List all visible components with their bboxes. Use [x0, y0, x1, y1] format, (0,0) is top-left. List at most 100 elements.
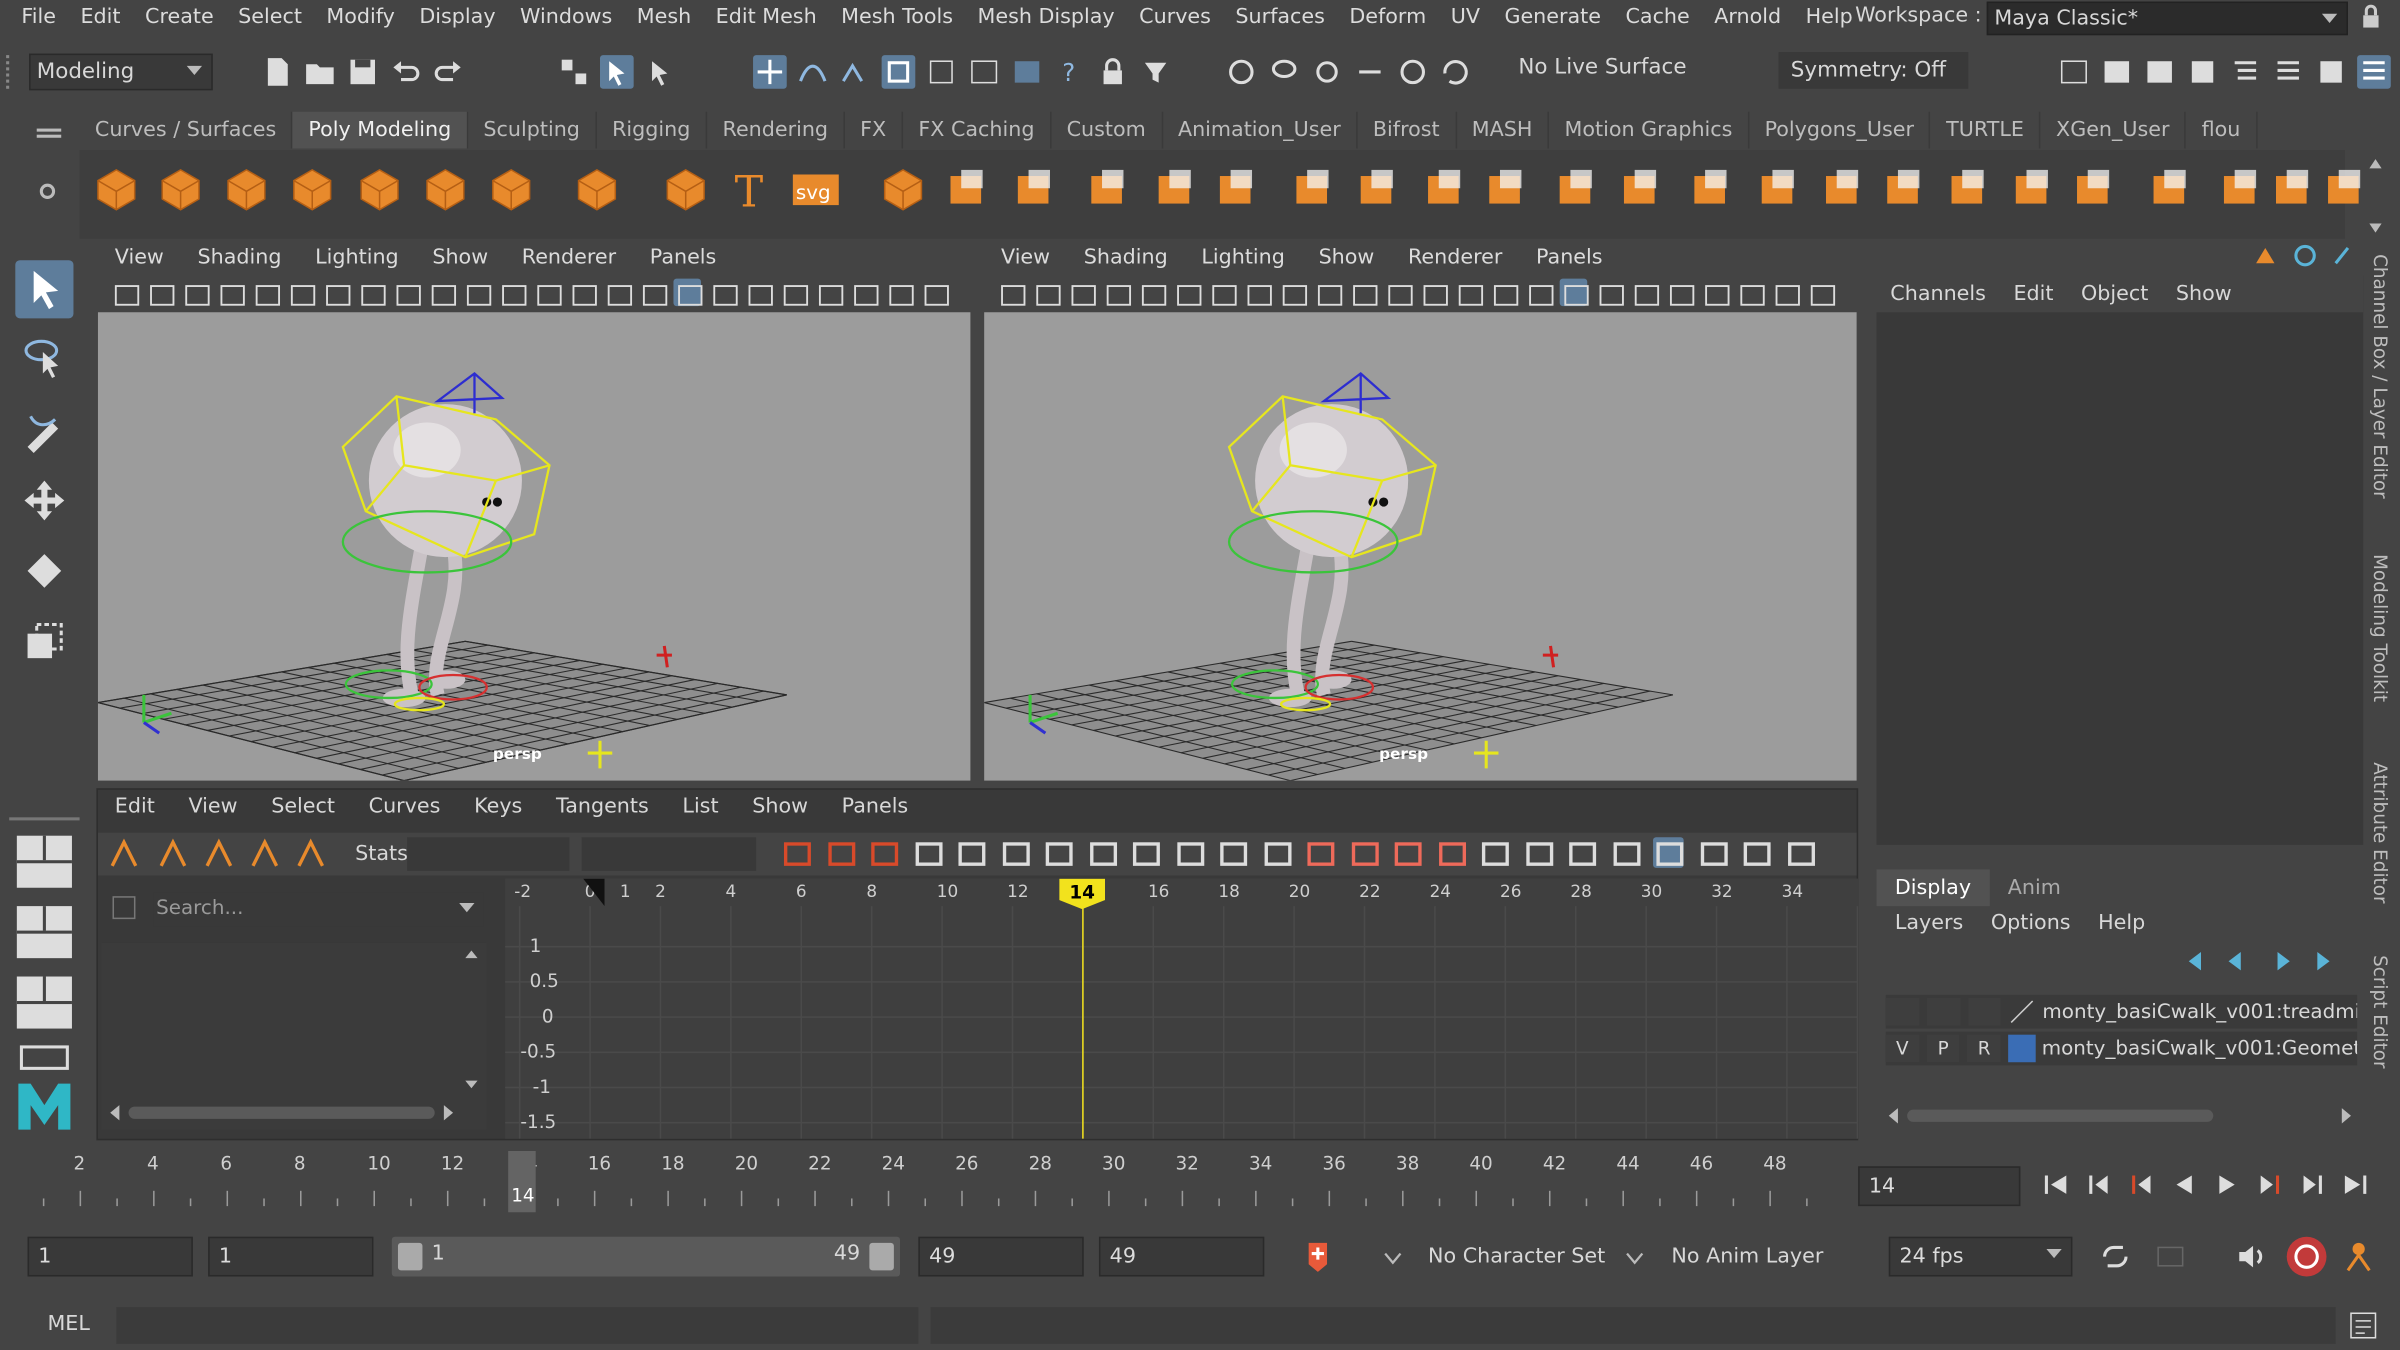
- graph-tool-icon[interactable]: [1435, 837, 1466, 868]
- tab-custom[interactable]: Custom: [1051, 111, 1163, 149]
- open-scene-icon[interactable]: [303, 55, 337, 89]
- channel-menu-channels[interactable]: Channels: [1877, 282, 2000, 306]
- viewport-tool-icon[interactable]: [1489, 279, 1519, 307]
- viewport-tool-icon[interactable]: [1278, 279, 1308, 307]
- graph-tool-icon[interactable]: [911, 837, 942, 868]
- outliner-hscrollbar[interactable]: [107, 1102, 456, 1123]
- graph-tool-icon[interactable]: [202, 837, 233, 868]
- viewport-tool-icon[interactable]: [216, 279, 245, 307]
- tab-animation-user[interactable]: Animation_User: [1163, 111, 1358, 149]
- paint-select-icon[interactable]: [15, 401, 73, 459]
- viewport-tool-icon[interactable]: [1665, 279, 1695, 307]
- star-icon[interactable]: [661, 165, 710, 214]
- viewport-tool-icon[interactable]: [1102, 279, 1132, 307]
- viewport-tool-icon[interactable]: [1595, 279, 1624, 307]
- tab-fx[interactable]: FX: [845, 111, 904, 149]
- viewport-tool-icon[interactable]: [1067, 279, 1096, 307]
- viewport-menu-view[interactable]: View: [98, 245, 181, 269]
- disc-icon[interactable]: [487, 165, 536, 214]
- snap-point-icon[interactable]: [839, 55, 873, 89]
- outliner-layout-icon[interactable]: [15, 1041, 73, 1075]
- graph-tool-icon[interactable]: [1653, 837, 1684, 868]
- tab-polygons-user[interactable]: Polygons_User: [1749, 111, 1931, 149]
- tab-rendering[interactable]: Rendering: [707, 111, 845, 149]
- tab-display[interactable]: Display: [1876, 869, 1990, 907]
- viewport-tool-icon[interactable]: [1700, 279, 1730, 307]
- viewport-tool-icon[interactable]: [533, 279, 562, 307]
- tab-rigging[interactable]: Rigging: [597, 111, 708, 149]
- graph-tool-icon[interactable]: [107, 837, 138, 868]
- script-editor-icon[interactable]: [2348, 1310, 2379, 1341]
- bevel-icon[interactable]: [1818, 165, 1867, 214]
- graph-tool-icon[interactable]: [1740, 837, 1771, 868]
- symmetry-dropdown[interactable]: Symmetry: Off: [1778, 52, 1969, 89]
- go-to-end-icon[interactable]: [2342, 1172, 2370, 1196]
- side-tab-channel-box-layer-editor[interactable]: Channel Box / Layer Editor: [2369, 254, 2390, 499]
- layer-p-toggle[interactable]: P: [1926, 1034, 1960, 1063]
- viewport-left[interactable]: persp: [97, 312, 971, 781]
- side-tab-script-editor[interactable]: Script Editor: [2369, 955, 2390, 1068]
- filter-icon[interactable]: [110, 894, 138, 922]
- viewport-right[interactable]: persp: [984, 312, 1857, 781]
- viewport-tool-icon[interactable]: [673, 278, 703, 307]
- viewport-tool-icon[interactable]: [920, 279, 949, 307]
- character-icon[interactable]: [2339, 1237, 2379, 1277]
- viewport-tool-icon[interactable]: [357, 279, 386, 307]
- reflection-icon[interactable]: [1353, 55, 1387, 89]
- viewport-tool-icon[interactable]: [1559, 278, 1589, 307]
- undo-icon[interactable]: [389, 55, 423, 89]
- soccer-ball-icon[interactable]: [943, 165, 992, 214]
- viewport-tool-icon[interactable]: [814, 279, 844, 307]
- cache-playback-icon[interactable]: [2155, 1243, 2186, 1271]
- tab-curves-surfaces[interactable]: Curves / Surfaces: [80, 111, 294, 149]
- graph-menu-tangents[interactable]: Tangents: [539, 794, 665, 828]
- hypershade-icon[interactable]: [2186, 55, 2220, 89]
- snap-surface-icon[interactable]: [924, 55, 958, 89]
- viewport-menu-shading[interactable]: Shading: [1067, 245, 1185, 269]
- tab-sculpting[interactable]: Sculpting: [468, 111, 597, 149]
- tab-bifrost[interactable]: Bifrost: [1358, 111, 1457, 149]
- playback-start-field[interactable]: 1: [208, 1236, 374, 1277]
- go-to-start-icon[interactable]: [2042, 1172, 2070, 1196]
- time-slider[interactable]: 2468101214161820222426283032343638404244…: [27, 1151, 1846, 1213]
- merge-icon[interactable]: [1880, 165, 1929, 214]
- lock-icon[interactable]: [2360, 4, 2381, 29]
- menu-create[interactable]: Create: [133, 5, 226, 29]
- viewport-tool-icon[interactable]: [286, 279, 316, 307]
- sidebar-toggle-icon[interactable]: [2057, 55, 2091, 89]
- insert-edge-loop-icon[interactable]: [2008, 165, 2057, 214]
- menu-file[interactable]: File: [9, 5, 68, 29]
- graph-tool-icon[interactable]: [1042, 837, 1073, 868]
- mirror-icon[interactable]: [1552, 165, 1601, 214]
- viewport-tool-icon[interactable]: [996, 279, 1026, 307]
- target-weld-icon[interactable]: [2146, 165, 2195, 214]
- graph-tool-icon[interactable]: [248, 837, 279, 868]
- auto-key-icon[interactable]: [1304, 1240, 1332, 1274]
- chevron-down-icon[interactable]: [1625, 1249, 1644, 1265]
- extract-icon[interactable]: [1353, 165, 1402, 214]
- graph-tool-icon[interactable]: [1479, 837, 1510, 868]
- graph-menu-list[interactable]: List: [666, 794, 736, 828]
- tool-settings-icon[interactable]: [2314, 55, 2348, 89]
- viewport-tool-icon[interactable]: [1419, 279, 1448, 307]
- graph-tool-icon[interactable]: [999, 837, 1030, 868]
- fill-hole-icon[interactable]: [1616, 165, 1665, 214]
- layer-menu-help[interactable]: Help: [2080, 906, 2155, 940]
- animation-end-field[interactable]: 49: [1098, 1236, 1265, 1277]
- menu-deform[interactable]: Deform: [1337, 5, 1438, 29]
- channel-menu-object[interactable]: Object: [2067, 282, 2162, 306]
- viewport-tool-icon[interactable]: [462, 279, 492, 307]
- animation-start-field[interactable]: 1: [27, 1236, 193, 1277]
- viewport-menu-lighting[interactable]: Lighting: [298, 245, 415, 269]
- step-back-frame-icon[interactable]: [2085, 1172, 2113, 1196]
- graph-tool-icon[interactable]: [781, 837, 812, 868]
- shelf-scroll-icon[interactable]: [2366, 153, 2384, 239]
- graph-menu-select[interactable]: Select: [254, 794, 351, 828]
- layer-r-toggle[interactable]: R: [1967, 1034, 2001, 1063]
- boolean-icon[interactable]: [1482, 165, 1531, 214]
- snap-view-icon[interactable]: [881, 55, 916, 89]
- viewport-tool-icon[interactable]: [1806, 279, 1836, 307]
- channel-menu-show[interactable]: Show: [2162, 282, 2245, 306]
- layer-menu-options[interactable]: Options: [1972, 906, 2079, 940]
- viewport-tool-icon[interactable]: [779, 279, 809, 307]
